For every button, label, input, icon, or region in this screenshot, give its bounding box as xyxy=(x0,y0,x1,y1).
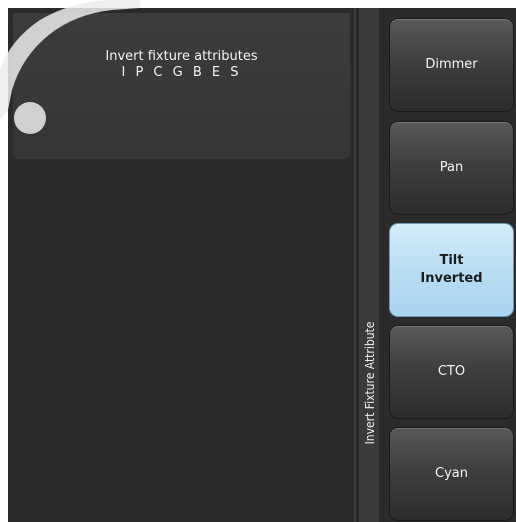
divider xyxy=(354,8,356,522)
cyan-button-label: Cyan xyxy=(435,466,468,481)
cyan-button[interactable]: Cyan xyxy=(389,427,514,521)
cto-button-label: CTO xyxy=(437,364,466,379)
side-label: Invert Fixture Attribute xyxy=(360,294,380,472)
info-title: Invert fixture attributes xyxy=(105,49,258,64)
tilt-inverted-button[interactable]: Tilt Inverted xyxy=(389,223,514,317)
attribute-letters: I P C G B E S xyxy=(121,65,242,80)
cto-button[interactable]: CTO xyxy=(389,325,514,419)
dimmer-button-label: Dimmer xyxy=(425,57,478,72)
app-window: Invert fixture attributes I P C G B E S … xyxy=(0,0,516,522)
pan-button[interactable]: Pan xyxy=(389,121,514,215)
dimmer-button[interactable]: Dimmer xyxy=(389,18,514,112)
side-label-text: Invert Fixture Attribute xyxy=(363,321,377,445)
info-box: Invert fixture attributes I P C G B E S xyxy=(13,13,350,159)
tilt-inverted-button-label: Tilt Inverted xyxy=(420,253,483,286)
pan-button-label: Pan xyxy=(439,160,464,175)
side-label-strip: Invert Fixture Attribute xyxy=(354,8,386,522)
